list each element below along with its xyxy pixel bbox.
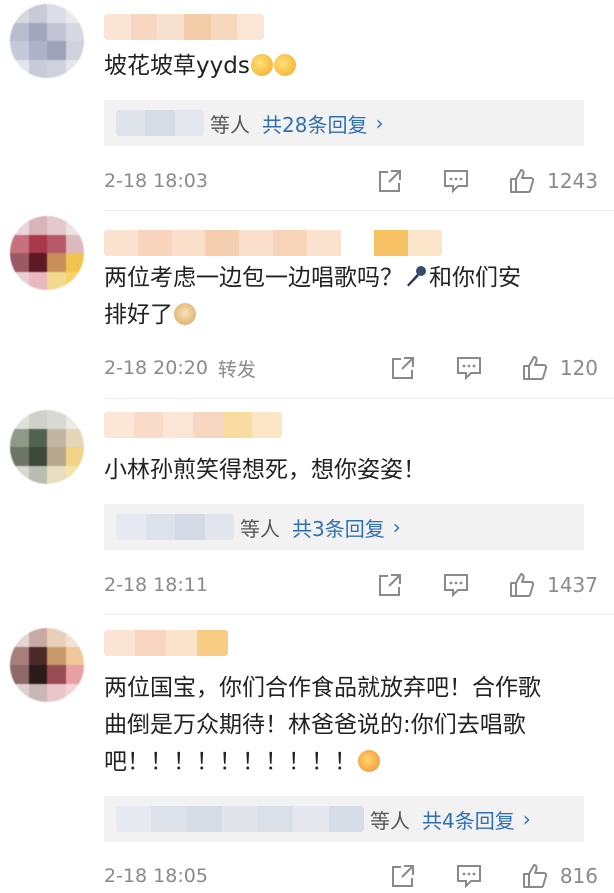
comment-meta: 2-18 20:20 转发 120 (104, 353, 598, 383)
reply-others-label: 等人 (210, 112, 250, 137)
chevron-right-icon: › (375, 111, 384, 135)
avatar[interactable] (10, 216, 84, 290)
comment-text-content: 小林孙煎笑得想死，想你姿姿！ (104, 457, 426, 483)
comment-4: 两位国宝，你们合作食品就放弃吧！合作歌 曲倒是万众期待！林爸爸说的:你们去唱歌 … (0, 614, 614, 893)
like-icon[interactable] (507, 570, 537, 600)
comment-text: 两位考虑一边包一边唱歌吗？ 和你们安 排好了 (104, 260, 584, 334)
username[interactable] (104, 230, 442, 256)
action-bar: 120 (388, 353, 598, 383)
username[interactable] (104, 14, 264, 40)
comment-icon[interactable] (441, 570, 471, 600)
avatar[interactable] (10, 4, 84, 78)
comment-meta: 2-18 18:03 1243 (104, 166, 598, 196)
comment-text-line: 吧！！！！！！！！！！ (104, 749, 357, 775)
comment-text: 两位国宝，你们合作食品就放弃吧！合作歌 曲倒是万众期待！林爸爸说的:你们去唱歌 … (104, 670, 584, 781)
share-icon[interactable] (388, 861, 418, 891)
reply-preview[interactable]: 等人 共28条回复 › (104, 100, 584, 146)
comment-icon[interactable] (454, 353, 484, 383)
comment-meta: 2-18 18:11 1437 (104, 570, 598, 600)
like-icon[interactable] (520, 861, 550, 891)
scream-emoji-icon (250, 54, 273, 76)
comment-text-line: 和你们安 (429, 265, 521, 291)
reply-others-label: 等人 (370, 808, 410, 833)
reply-usernames (116, 514, 234, 540)
timestamp: 2-18 18:11 (104, 574, 208, 596)
action-bar: 1243 (375, 166, 598, 196)
comment-text: 坡花坡草yyds (104, 48, 584, 85)
comment-2: 两位考虑一边包一边唱歌吗？ 和你们安 排好了 2-18 20:20 转发 120 (0, 210, 614, 400)
comment-text: 小林孙煎笑得想死，想你姿姿！ (104, 452, 584, 489)
comment-icon[interactable] (454, 861, 484, 891)
username[interactable] (104, 412, 282, 438)
reply-count-link[interactable]: 共3条回复 (292, 513, 385, 542)
reply-usernames (116, 110, 204, 136)
share-icon[interactable] (388, 353, 418, 383)
reply-preview[interactable]: 等人 共4条回复 › (104, 796, 584, 842)
reply-count-link[interactable]: 共28条回复 (262, 109, 367, 138)
timestamp: 2-18 18:05 (104, 865, 208, 887)
like-icon[interactable] (520, 353, 550, 383)
comment-text-line: 排好了 (104, 302, 173, 328)
timestamp: 2-18 18:03 (104, 170, 208, 192)
comment-icon[interactable] (441, 166, 471, 196)
like-count: 120 (559, 356, 598, 380)
comment-text-line: 两位国宝，你们合作食品就放弃吧！合作歌 (104, 675, 541, 701)
username[interactable] (104, 630, 228, 656)
comment-text-content: 坡花坡草yyds (104, 53, 250, 79)
like-count: 816 (559, 864, 598, 888)
timestamp: 2-18 20:20 (104, 357, 208, 379)
microphone-emoji-icon (407, 266, 426, 287)
doge-emoji-icon (174, 303, 196, 325)
avatar[interactable] (10, 628, 84, 702)
comment-1: 坡花坡草yyds 等人 共28条回复 › 2-18 18:03 1243 (0, 0, 614, 200)
chevron-right-icon: › (392, 515, 401, 539)
comment-text-line: 曲倒是万众期待！林爸爸说的:你们去唱歌 (104, 712, 526, 738)
comment-meta: 2-18 18:05 816 (104, 861, 598, 891)
action-bar: 816 (388, 861, 598, 891)
share-icon[interactable] (375, 570, 405, 600)
comment-3: 小林孙煎笑得想死，想你姿姿！ 等人 共3条回复 › 2-18 18:11 143… (0, 398, 614, 616)
reply-usernames (116, 806, 364, 832)
action-bar: 1437 (375, 570, 598, 600)
forward-link[interactable]: 转发 (218, 355, 256, 382)
share-icon[interactable] (375, 166, 405, 196)
scream-emoji-icon (273, 54, 296, 76)
like-count: 1437 (547, 573, 598, 597)
reply-others-label: 等人 (240, 516, 280, 541)
comment-text-line: 两位考虑一边包一边唱歌吗？ (104, 265, 403, 291)
reply-preview[interactable]: 等人 共3条回复 › (104, 504, 584, 550)
avatar[interactable] (10, 410, 84, 484)
reply-count-link[interactable]: 共4条回复 (422, 805, 515, 834)
chevron-right-icon: › (522, 807, 531, 831)
dizzy-emoji-icon (358, 750, 380, 772)
like-icon[interactable] (507, 166, 537, 196)
like-count: 1243 (547, 169, 598, 193)
